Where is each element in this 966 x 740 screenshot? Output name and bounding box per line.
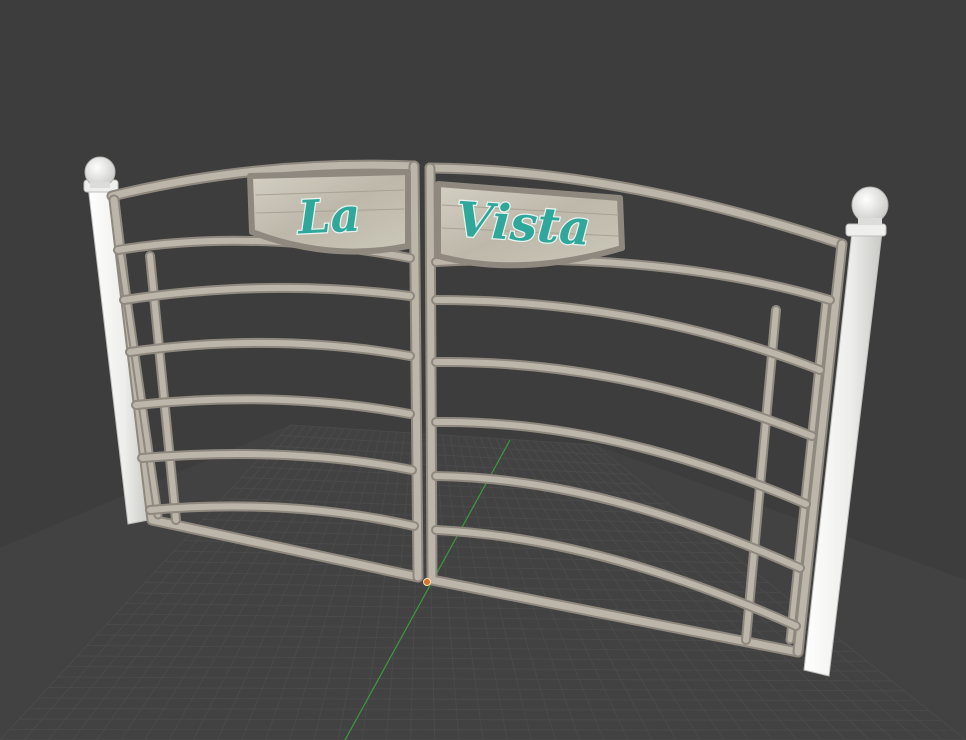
3d-viewport[interactable]: La Vista — [0, 0, 966, 740]
viewport-canvas[interactable]: La Vista — [0, 0, 966, 740]
grid-line — [9, 729, 954, 731]
sign-text-left: La — [295, 187, 362, 244]
origin-marker[interactable] — [423, 578, 431, 586]
sign-text-right: Vista — [454, 192, 593, 257]
